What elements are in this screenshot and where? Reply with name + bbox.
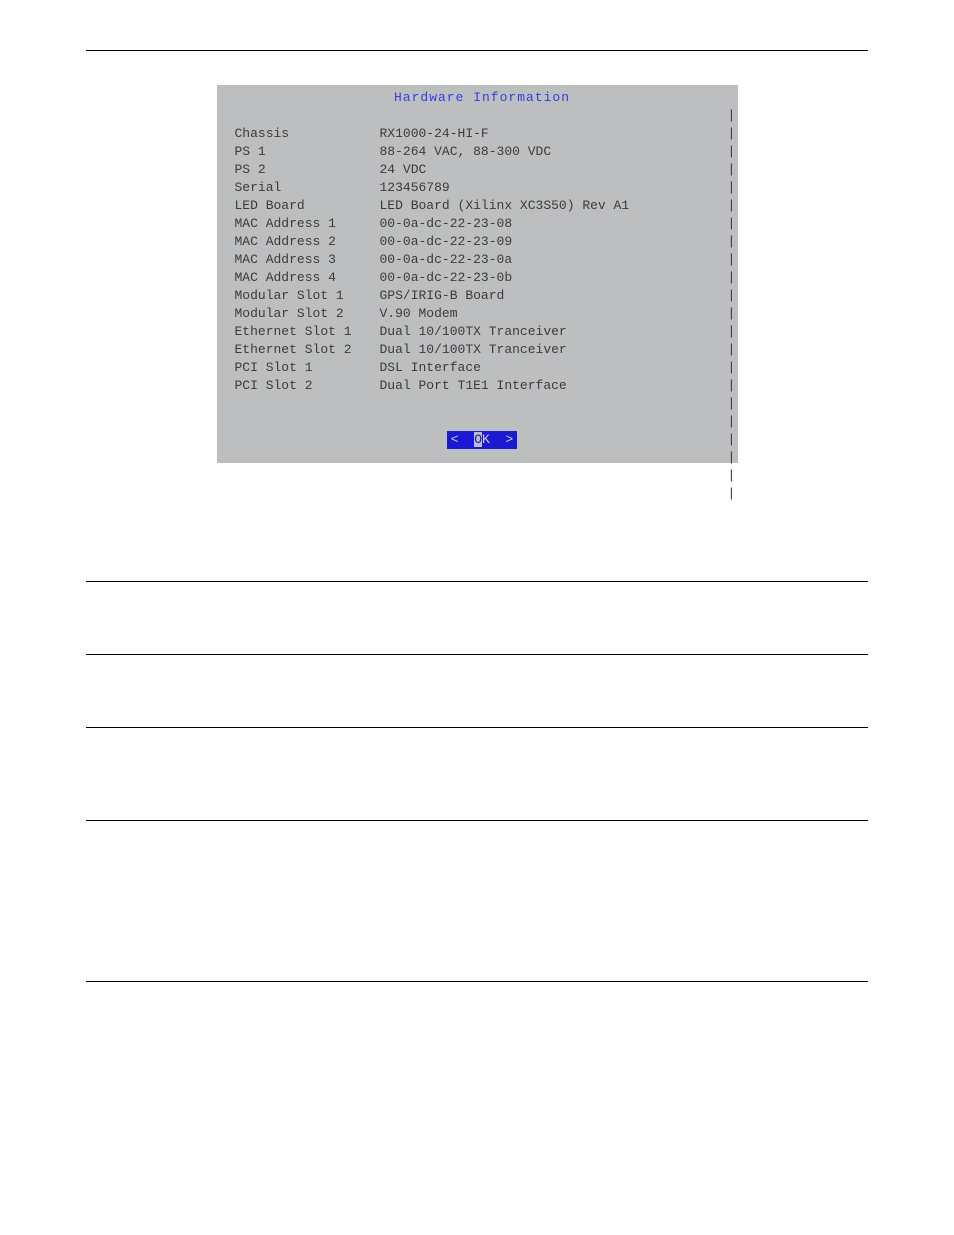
hw-value: Dual 10/100TX Tranceiver bbox=[380, 323, 567, 341]
hw-value: 00-0a-dc-22-23-0b bbox=[380, 269, 513, 287]
hardware-info-row: PS 224 VDC bbox=[235, 161, 730, 179]
dialog-title: Hardware Information bbox=[235, 85, 730, 107]
bottom-spacer bbox=[0, 821, 954, 981]
header-left: ROX™ v1.12 User Guide bbox=[86, 30, 210, 42]
ok-row: < OK > bbox=[235, 431, 730, 449]
dialog-right-border: |||||||||||||||||||||| bbox=[728, 107, 736, 461]
section-wan: 1.5.1.1. WAN Modules ROX supports option… bbox=[0, 655, 954, 727]
hw-value: 123456789 bbox=[380, 179, 450, 197]
hw-value: V.90 Modem bbox=[380, 305, 458, 323]
hw-value: Dual 10/100TX Tranceiver bbox=[380, 341, 567, 359]
section-opt: 1.5.1. Optional Hardware ROX supports a … bbox=[0, 582, 954, 654]
hw-label: Serial bbox=[235, 179, 380, 197]
heading-modem: 1.5.1.2. Modem Modules bbox=[86, 750, 868, 770]
page-header: ROX™ v1.12 User Guide 1. Basic Configura… bbox=[0, 0, 954, 50]
terminal-inner: Hardware Information ChassisRX1000-24-HI… bbox=[217, 85, 738, 463]
hardware-info-list: ChassisRX1000-24-HI-FPS 188-264 VAC, 88-… bbox=[235, 125, 730, 395]
hardware-info-row: PCI Slot 2Dual Port T1E1 Interface bbox=[235, 377, 730, 395]
footer-right: 25 bbox=[857, 1002, 868, 1013]
hw-label: PCI Slot 1 bbox=[235, 359, 380, 377]
hardware-info-row: MAC Address 300-0a-dc-22-23-0a bbox=[235, 251, 730, 269]
hw-label: MAC Address 3 bbox=[235, 251, 380, 269]
para-wan: ROX supports optional WAN modules for wi… bbox=[86, 703, 868, 719]
heading-wan: 1.5.1.1. WAN Modules bbox=[86, 677, 868, 697]
hw-label: PS 1 bbox=[235, 143, 380, 161]
hw-value: 00-0a-dc-22-23-0a bbox=[380, 251, 513, 269]
hw-value: 24 VDC bbox=[380, 161, 427, 179]
page: ROX™ v1.12 User Guide 1. Basic Configura… bbox=[0, 0, 954, 1053]
hardware-info-row: MAC Address 100-0a-dc-22-23-08 bbox=[235, 215, 730, 233]
hardware-info-row: MAC Address 400-0a-dc-22-23-0b bbox=[235, 269, 730, 287]
ok-button[interactable]: < OK > bbox=[447, 431, 517, 449]
hardware-info-row: PS 188-264 VAC, 88-300 VDC bbox=[235, 143, 730, 161]
hw-value: GPS/IRIG-B Board bbox=[380, 287, 505, 305]
hw-label: Modular Slot 1 bbox=[235, 287, 380, 305]
hw-label: MAC Address 2 bbox=[235, 233, 380, 251]
heading-hw-support: 1.5. Hardware Support bbox=[86, 545, 868, 571]
hardware-info-row: Modular Slot 1GPS/IRIG-B Board bbox=[235, 287, 730, 305]
section-hw: 1.5. Hardware Support bbox=[0, 521, 954, 581]
hardware-info-row: Ethernet Slot 1Dual 10/100TX Tranceiver bbox=[235, 323, 730, 341]
header-right: 1. Basic Configuration bbox=[760, 30, 868, 42]
hardware-info-row: MAC Address 200-0a-dc-22-23-09 bbox=[235, 233, 730, 251]
section-modem: 1.5.1.2. Modem Modules ROX supports opti… bbox=[0, 728, 954, 820]
para-optional-hw: ROX supports a variety of optional hardw… bbox=[86, 630, 868, 646]
terminal-dialog: Hardware Information ChassisRX1000-24-HI… bbox=[217, 85, 738, 463]
hw-value: 00-0a-dc-22-23-09 bbox=[380, 233, 513, 251]
ok-letter-k: K bbox=[482, 432, 490, 447]
hw-value: DSL Interface bbox=[380, 359, 481, 377]
hw-label: Modular Slot 2 bbox=[235, 305, 380, 323]
hw-label: LED Board bbox=[235, 197, 380, 215]
hw-value: 00-0a-dc-22-23-08 bbox=[380, 215, 513, 233]
hardware-info-row: Serial123456789 bbox=[235, 179, 730, 197]
hw-label: Chassis bbox=[235, 125, 380, 143]
hw-label: Ethernet Slot 2 bbox=[235, 341, 380, 359]
hw-label: PCI Slot 2 bbox=[235, 377, 380, 395]
hw-label: PS 2 bbox=[235, 161, 380, 179]
para-modem-2: Devices with a modem module installed pr… bbox=[86, 796, 868, 812]
heading-optional-hw: 1.5.1. Optional Hardware bbox=[86, 604, 868, 624]
screenshot-area: Hardware Information ChassisRX1000-24-HI… bbox=[0, 51, 954, 473]
hw-value: RX1000-24-HI-F bbox=[380, 125, 489, 143]
hardware-info-row: ChassisRX1000-24-HI-F bbox=[235, 125, 730, 143]
hardware-info-row: PCI Slot 1DSL Interface bbox=[235, 359, 730, 377]
ok-right: > bbox=[490, 432, 513, 447]
hardware-info-row: Ethernet Slot 2Dual 10/100TX Tranceiver bbox=[235, 341, 730, 359]
hardware-info-row: Modular Slot 2V.90 Modem bbox=[235, 305, 730, 323]
spacer bbox=[235, 107, 730, 125]
hw-label: Ethernet Slot 1 bbox=[235, 323, 380, 341]
hw-value: Dual Port T1E1 Interface bbox=[380, 377, 567, 395]
hw-value: 88-264 VAC, 88-300 VDC bbox=[380, 143, 552, 161]
page-footer: RuggedCom 25 bbox=[0, 982, 954, 1013]
hardware-info-row: LED BoardLED Board (Xilinx XC3S50) Rev A… bbox=[235, 197, 730, 215]
footer-left: RuggedCom bbox=[86, 1002, 142, 1013]
hw-label: MAC Address 1 bbox=[235, 215, 380, 233]
ok-letter-o: O bbox=[474, 432, 482, 447]
para-modem-1: ROX supports optional internal modem mod… bbox=[86, 776, 868, 792]
hw-value: LED Board (Xilinx XC3S50) Rev A1 bbox=[380, 197, 630, 215]
figure-caption: Figure 1.7. Hardware Information bbox=[0, 473, 954, 521]
ok-left: < bbox=[451, 432, 474, 447]
hw-label: MAC Address 4 bbox=[235, 269, 380, 287]
